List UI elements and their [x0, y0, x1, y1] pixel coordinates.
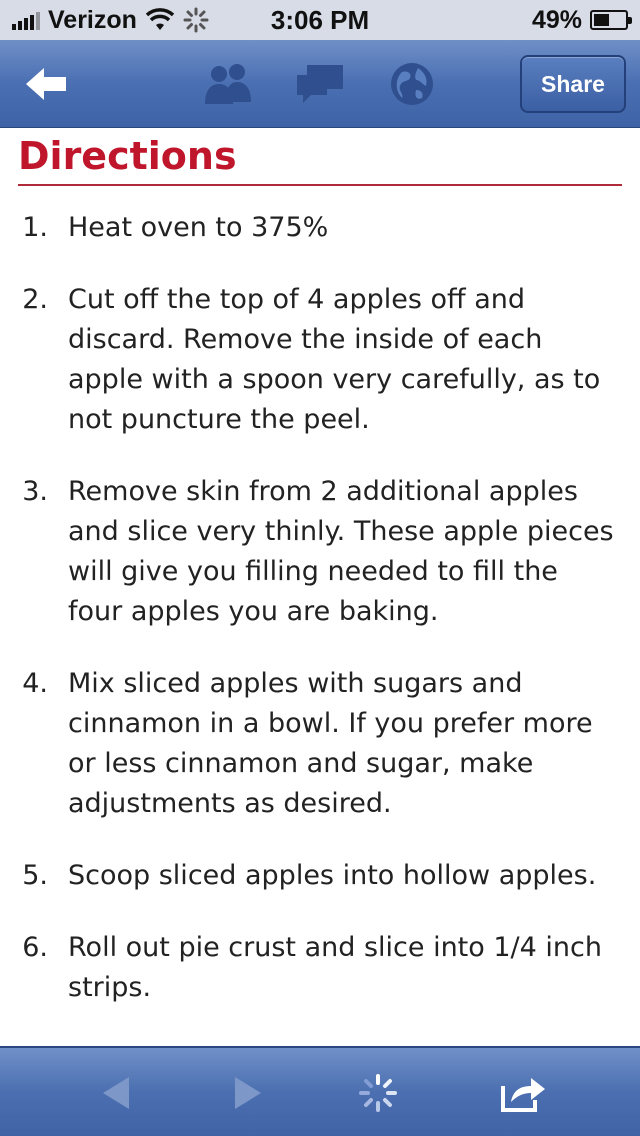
share-button[interactable]: Share — [520, 55, 626, 113]
battery-percent: 49% — [531, 5, 582, 34]
step-number: 2. — [22, 284, 48, 315]
signal-strength-icon — [12, 10, 40, 30]
activity-spinner-icon — [183, 7, 209, 33]
step-number: 3. — [22, 476, 48, 507]
step-text: Remove skin from 2 additional apples and… — [68, 476, 614, 627]
list-item: 1. Heat oven to 375% — [0, 208, 640, 248]
globe-icon — [391, 63, 433, 105]
people-icon — [205, 64, 251, 104]
browser-back-button[interactable] — [88, 1068, 144, 1118]
directions-list: 1. Heat oven to 375% 2. Cut off the top … — [0, 208, 640, 1040]
chat-bubbles-icon — [297, 65, 343, 103]
step-number: 5. — [22, 860, 48, 891]
comments-button[interactable] — [292, 58, 348, 110]
step-text: Cut off the top of 4 apples off and disc… — [68, 284, 601, 435]
people-button[interactable] — [200, 58, 256, 110]
loading-indicator — [350, 1068, 406, 1118]
loading-spinner-icon — [359, 1074, 397, 1112]
browser-toolbar — [0, 1046, 640, 1136]
wifi-icon — [145, 8, 175, 30]
step-text: Mix sliced apples with sugars and cinnam… — [68, 668, 593, 819]
section-heading: Directions — [18, 134, 622, 186]
browser-back-icon — [103, 1077, 129, 1109]
browser-forward-button[interactable] — [220, 1068, 276, 1118]
status-right: 49% — [531, 5, 632, 35]
step-text: Roll out pie crust and slice into 1/4 in… — [68, 932, 602, 1003]
step-number: 6. — [22, 932, 48, 963]
list-item: 3. Remove skin from 2 additional apples … — [0, 472, 640, 632]
status-left: Verizon — [12, 6, 209, 35]
globe-button[interactable] — [384, 58, 440, 110]
status-bar: Verizon 3:06 PM 49% — [0, 0, 640, 40]
battery-fill — [594, 14, 609, 26]
back-arrow-icon — [26, 68, 66, 100]
back-button[interactable] — [18, 60, 74, 108]
directions-content: Directions 1. Heat oven to 375% 2. Cut o… — [0, 128, 640, 1046]
share-action-icon — [501, 1078, 545, 1112]
step-text: Scoop sliced apples into hollow apples. — [68, 860, 597, 891]
browser-forward-icon — [235, 1077, 261, 1109]
list-item: 5. Scoop sliced apples into hollow apple… — [0, 856, 640, 896]
list-item: 4. Mix sliced apples with sugars and cin… — [0, 664, 640, 824]
step-text: Heat oven to 375% — [68, 212, 329, 243]
share-action-button[interactable] — [494, 1068, 550, 1118]
battery-icon — [590, 10, 632, 30]
list-item: 2. Cut off the top of 4 apples off and d… — [0, 280, 640, 440]
nav-bar: Share — [0, 40, 640, 128]
list-item: 6. Roll out pie crust and slice into 1/4… — [0, 928, 640, 1008]
step-number: 4. — [22, 668, 48, 699]
step-number: 1. — [22, 212, 48, 243]
carrier-name: Verizon — [48, 5, 137, 34]
